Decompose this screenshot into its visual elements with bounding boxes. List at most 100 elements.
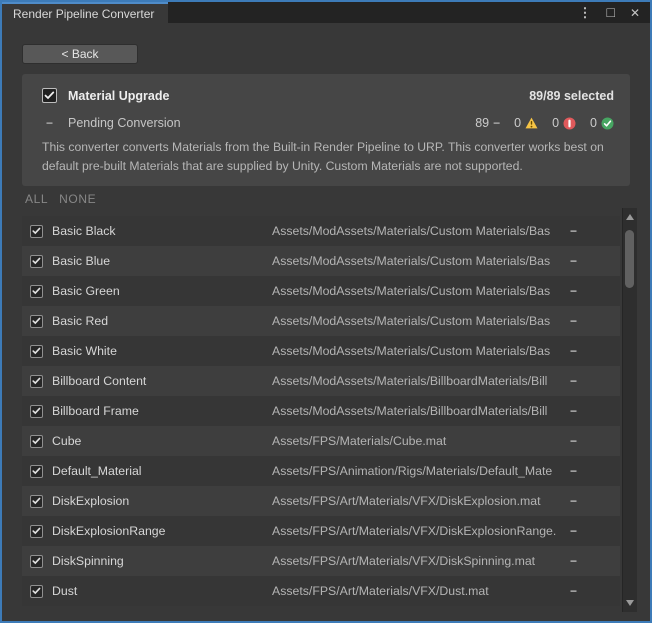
pending-total-count: 89 xyxy=(475,116,489,130)
material-checkbox[interactable] xyxy=(30,345,43,358)
maximize-icon[interactable]: □ xyxy=(606,5,614,19)
check-icon xyxy=(32,557,41,565)
material-checkbox[interactable] xyxy=(30,555,43,568)
error-icon xyxy=(563,117,576,130)
scroll-down-icon[interactable] xyxy=(626,600,634,606)
material-name: Cube xyxy=(52,434,81,448)
material-path: Assets/ModAssets/Materials/Custom Materi… xyxy=(272,284,564,298)
check-icon xyxy=(32,377,41,385)
material-checkbox[interactable] xyxy=(30,315,43,328)
material-name: Basic Black xyxy=(52,224,116,238)
material-path: Assets/FPS/Materials/Cube.mat xyxy=(272,434,564,448)
material-checkbox[interactable] xyxy=(30,525,43,538)
pending-dash-icon: − xyxy=(570,224,577,238)
material-row[interactable]: Basic White Assets/ModAssets/Materials/C… xyxy=(22,336,620,366)
material-path: Assets/ModAssets/Materials/BillboardMate… xyxy=(272,374,564,388)
material-row[interactable]: Billboard Frame Assets/ModAssets/Materia… xyxy=(22,396,620,426)
success-count-group: 0 xyxy=(590,116,614,130)
material-path: Assets/FPS/Art/Materials/VFX/Dust.mat xyxy=(272,584,564,598)
pending-dash-icon: − xyxy=(570,284,577,298)
material-row[interactable]: Billboard Content Assets/ModAssets/Mater… xyxy=(22,366,620,396)
error-count-group: 0 xyxy=(552,116,576,130)
material-name: DiskSpinning xyxy=(52,554,124,568)
scrollbar-thumb[interactable] xyxy=(625,230,634,288)
pending-conversion-row[interactable]: − Pending Conversion 89 − 0 0 xyxy=(42,116,614,130)
error-count: 0 xyxy=(552,116,559,130)
select-none-button[interactable]: NONE xyxy=(59,192,96,206)
pending-dash-icon: − xyxy=(570,524,577,538)
material-row[interactable]: Default_Material Assets/FPS/Animation/Ri… xyxy=(22,456,620,486)
material-row[interactable]: DiskExplosionRange Assets/FPS/Art/Materi… xyxy=(22,516,620,546)
material-checkbox[interactable] xyxy=(30,405,43,418)
material-path: Assets/ModAssets/Materials/BillboardMate… xyxy=(272,404,564,418)
pending-dash-icon: − xyxy=(570,434,577,448)
material-row[interactable]: Basic Black Assets/ModAssets/Materials/C… xyxy=(22,216,620,246)
pending-dash-icon: − xyxy=(570,584,577,598)
check-icon xyxy=(32,257,41,265)
material-row[interactable]: Basic Green Assets/ModAssets/Materials/C… xyxy=(22,276,620,306)
material-name: Default_Material xyxy=(52,464,142,478)
material-name: Basic White xyxy=(52,344,117,358)
window-title: Render Pipeline Converter xyxy=(13,7,154,21)
material-checkbox[interactable] xyxy=(30,465,43,478)
material-name: Basic Green xyxy=(52,284,120,298)
check-icon xyxy=(32,527,41,535)
material-row[interactable]: DiskSpinning Assets/FPS/Art/Materials/VF… xyxy=(22,546,620,576)
material-path: Assets/FPS/Art/Materials/VFX/DiskExplosi… xyxy=(272,494,564,508)
material-name: Basic Blue xyxy=(52,254,110,268)
material-row[interactable]: Cube Assets/FPS/Materials/Cube.mat − xyxy=(22,426,620,456)
material-checkbox[interactable] xyxy=(30,435,43,448)
material-name: DiskExplosion xyxy=(52,494,129,508)
converter-title: Material Upgrade xyxy=(68,89,169,103)
material-checkbox[interactable] xyxy=(30,225,43,238)
material-checkbox[interactable] xyxy=(30,495,43,508)
material-path: Assets/ModAssets/Materials/Custom Materi… xyxy=(272,254,564,268)
check-icon xyxy=(32,587,41,595)
menu-icon[interactable]: ⋮ xyxy=(578,6,591,19)
selection-toolbar: ALL NONE xyxy=(25,192,96,206)
material-checkbox[interactable] xyxy=(30,285,43,298)
material-path: Assets/FPS/Art/Materials/VFX/DiskSpinnin… xyxy=(272,554,564,568)
material-name: Billboard Frame xyxy=(52,404,139,418)
material-checkbox[interactable] xyxy=(30,255,43,268)
pending-total-group: 89 − xyxy=(475,116,500,130)
material-upgrade-checkbox[interactable] xyxy=(42,88,57,103)
pending-counts: 89 − 0 0 xyxy=(475,116,614,130)
material-name: DiskExplosionRange xyxy=(52,524,165,538)
warning-count-group: 0 xyxy=(514,116,538,130)
material-checkbox[interactable] xyxy=(30,375,43,388)
material-row[interactable]: Basic Blue Assets/ModAssets/Materials/Cu… xyxy=(22,246,620,276)
pending-state-icon: − xyxy=(42,116,57,130)
material-checkbox[interactable] xyxy=(30,585,43,598)
material-path: Assets/ModAssets/Materials/Custom Materi… xyxy=(272,344,564,358)
warning-count: 0 xyxy=(514,116,521,130)
pending-dash-icon: − xyxy=(570,254,577,268)
tab-render-pipeline-converter[interactable]: Render Pipeline Converter xyxy=(2,2,168,23)
back-button[interactable]: < Back xyxy=(22,44,138,64)
material-row[interactable]: Basic Red Assets/ModAssets/Materials/Cus… xyxy=(22,306,620,336)
select-all-button[interactable]: ALL xyxy=(25,192,48,206)
window-controls: ⋮ □ ✕ xyxy=(578,2,640,23)
pending-dash-icon: − xyxy=(570,344,577,358)
converter-panel: Material Upgrade 89/89 selected − Pendin… xyxy=(22,74,630,186)
success-count: 0 xyxy=(590,116,597,130)
check-icon xyxy=(32,347,41,355)
material-path: Assets/FPS/Animation/Rigs/Materials/Defa… xyxy=(272,464,564,478)
material-row[interactable]: Dust Assets/FPS/Art/Materials/VFX/Dust.m… xyxy=(22,576,620,606)
pending-dash-icon: − xyxy=(570,464,577,478)
selected-summary: 89/89 selected xyxy=(529,89,614,103)
check-icon xyxy=(44,91,55,100)
material-path: Assets/ModAssets/Materials/Custom Materi… xyxy=(272,314,564,328)
materials-list: Basic Black Assets/ModAssets/Materials/C… xyxy=(22,216,620,606)
check-icon xyxy=(32,467,41,475)
material-name: Dust xyxy=(52,584,77,598)
pending-total-dash-icon: − xyxy=(493,116,500,130)
material-row[interactable]: DiskExplosion Assets/FPS/Art/Materials/V… xyxy=(22,486,620,516)
scroll-up-icon[interactable] xyxy=(626,214,634,220)
check-icon xyxy=(32,287,41,295)
converter-description: This converter converts Materials from t… xyxy=(42,138,620,176)
close-icon[interactable]: ✕ xyxy=(630,7,640,19)
check-icon xyxy=(32,407,41,415)
vertical-scrollbar[interactable] xyxy=(622,208,637,612)
pending-dash-icon: − xyxy=(570,404,577,418)
